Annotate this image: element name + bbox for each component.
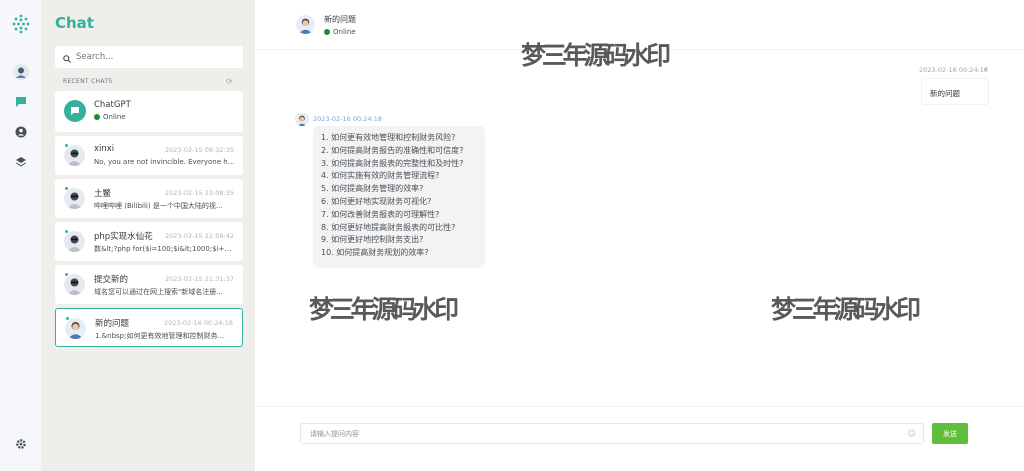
send-button[interactable]: 发送 — [932, 423, 968, 444]
user-avatar-icon — [296, 15, 315, 34]
chat-preview: 数&lt;?php for($i=100;$i&lt;1000;$i++)... — [94, 245, 236, 253]
chat-time: 2023-02-15 22:59:42 — [164, 232, 234, 240]
chat-item[interactable]: php实现水仙花 2023-02-15 22:59:42 数&lt;?php f… — [55, 222, 243, 261]
composer-divider — [255, 406, 1024, 407]
refresh-icon[interactable]: ⟳ — [226, 77, 233, 86]
message-line: 8. 如何更好地提高财务报表的可比性? — [321, 222, 456, 232]
chat-name: ChatGPT — [94, 100, 131, 110]
online-dot-icon — [94, 114, 100, 120]
message-input[interactable] — [310, 429, 900, 438]
status-text: Online — [333, 28, 356, 36]
svg-text:梦三年源码水印: 梦三年源码水印 — [521, 41, 671, 70]
search-box[interactable] — [55, 46, 243, 68]
recent-chats-header: RECENT CHATS — [63, 78, 113, 85]
watermark-image: 梦三年源码水印 — [309, 295, 459, 324]
chat-name: xinxi — [94, 144, 115, 154]
profile-icon[interactable] — [13, 124, 29, 140]
message-line: 3. 如何提高财务报表的完整性和及时性? — [321, 158, 464, 168]
message-time: 2023-02-16 00:24:18 — [313, 115, 383, 123]
message-line: 6. 如何更好地实现财务可视化? — [321, 196, 432, 206]
icon-rail — [0, 0, 42, 471]
chat-item-active[interactable]: 新的问题 2023-02-16 00:24:18 1.&nbsp;如何更有效地管… — [55, 308, 243, 347]
conversation-status: Online — [324, 28, 356, 36]
svg-text:梦三年源码水印: 梦三年源码水印 — [309, 295, 459, 324]
online-dot-icon — [64, 272, 69, 277]
online-dot-icon — [64, 143, 69, 148]
composer[interactable]: ☺ — [300, 423, 924, 444]
online-dot-icon — [324, 29, 330, 35]
chat-name: 土鳖 — [94, 189, 112, 199]
search-icon — [63, 48, 71, 67]
status-text: Online — [103, 113, 126, 121]
online-dot-icon — [65, 316, 70, 321]
online-dot-icon — [64, 229, 69, 234]
chat-preview: 1.&nbsp;如何更有效地管理和控制财务... — [95, 332, 225, 340]
conversation-panel: 新的问题 Online 梦三年源码水印 梦三年源码水印 梦三年源码水印 2023… — [255, 0, 1024, 471]
chat-icon[interactable] — [13, 94, 29, 110]
conversation-title: 新的问题 — [324, 15, 356, 24]
outgoing-message: 新的问题 — [921, 78, 989, 105]
chat-time: 2023-02-16 00:24:18 — [163, 319, 233, 327]
user-avatar-icon — [64, 274, 85, 295]
chat-time: 2023-02-15 21:31:37 — [164, 275, 234, 283]
message-line: 5. 如何提高财务管理的效率? — [321, 184, 424, 194]
chat-name: 新的问题 — [95, 319, 130, 329]
incoming-message: 1. 如何更有效地管理和控制财务风险? 2. 如何提高财务报告的准确性和可信度?… — [313, 126, 485, 268]
chat-preview: 哔哩哔哩 (Bilibili) 是一个中国大陆的视... — [94, 202, 223, 210]
message-line: 10. 如何提高财务规划的效率? — [321, 248, 429, 258]
message-time: 2023-02-16 00:24:18 — [919, 66, 989, 74]
chat-item[interactable]: 土鳖 2023-02-15 23:08:35 哔哩哔哩 (Bilibili) 是… — [55, 179, 243, 218]
search-input[interactable] — [76, 52, 226, 62]
chat-item-chatgpt[interactable]: ChatGPT Online — [55, 91, 243, 132]
watermark-image: 梦三年源码水印 — [771, 295, 921, 324]
user-avatar-icon[interactable] — [13, 64, 29, 80]
logo-icon[interactable] — [11, 14, 31, 34]
sidebar-title: Chat — [55, 14, 94, 32]
user-avatar-icon — [295, 112, 309, 126]
user-avatar-icon — [64, 145, 85, 166]
chat-time: 2023-02-15 08:32:35 — [164, 146, 234, 154]
user-avatar-icon — [64, 231, 85, 252]
layers-icon[interactable] — [13, 154, 29, 170]
emoji-icon[interactable]: ☺ — [908, 429, 916, 438]
chat-preview: No, you are not invincible. Everyone has… — [94, 158, 236, 166]
chat-preview: 域名您可以通过在网上搜索"新域名注册... — [94, 288, 223, 296]
chat-list: ChatGPT Online xinxi 2023-02-15 08:32:35… — [55, 91, 243, 351]
chat-name: 提交新的 — [94, 275, 129, 285]
message-line: 1. 如何更有效地管理和控制财务风险? — [321, 133, 456, 142]
read-check-icon: ✓ — [983, 65, 989, 73]
svg-text:梦三年源码水印: 梦三年源码水印 — [771, 295, 921, 324]
chat-status: Online — [94, 113, 126, 121]
message-line: 7. 如何改善财务报表的可理解性? — [321, 209, 440, 219]
message-line: 4. 如何实施有效的财务管理流程? — [321, 171, 440, 181]
online-dot-icon — [64, 186, 69, 191]
message-line: 2. 如何提高财务报告的准确性和可信度? — [321, 145, 464, 155]
chat-name: php实现水仙花 — [94, 232, 153, 242]
chat-sidebar: Chat RECENT CHATS ⟳ ChatGPT Online xinxi… — [42, 0, 255, 471]
watermark-image: 梦三年源码水印 — [521, 41, 671, 70]
user-avatar-icon — [64, 188, 85, 209]
user-avatar-icon — [65, 318, 86, 339]
chat-item[interactable]: xinxi 2023-02-15 08:32:35 No, you are no… — [55, 136, 243, 175]
message-line: 9. 如何更好地控制财务支出? — [321, 235, 424, 245]
chat-time: 2023-02-15 23:08:35 — [164, 189, 234, 197]
chatbot-avatar-icon — [64, 100, 86, 122]
chat-item[interactable]: 提交新的 2023-02-15 21:31:37 域名您可以通过在网上搜索"新域… — [55, 265, 243, 304]
settings-icon[interactable] — [13, 436, 29, 452]
